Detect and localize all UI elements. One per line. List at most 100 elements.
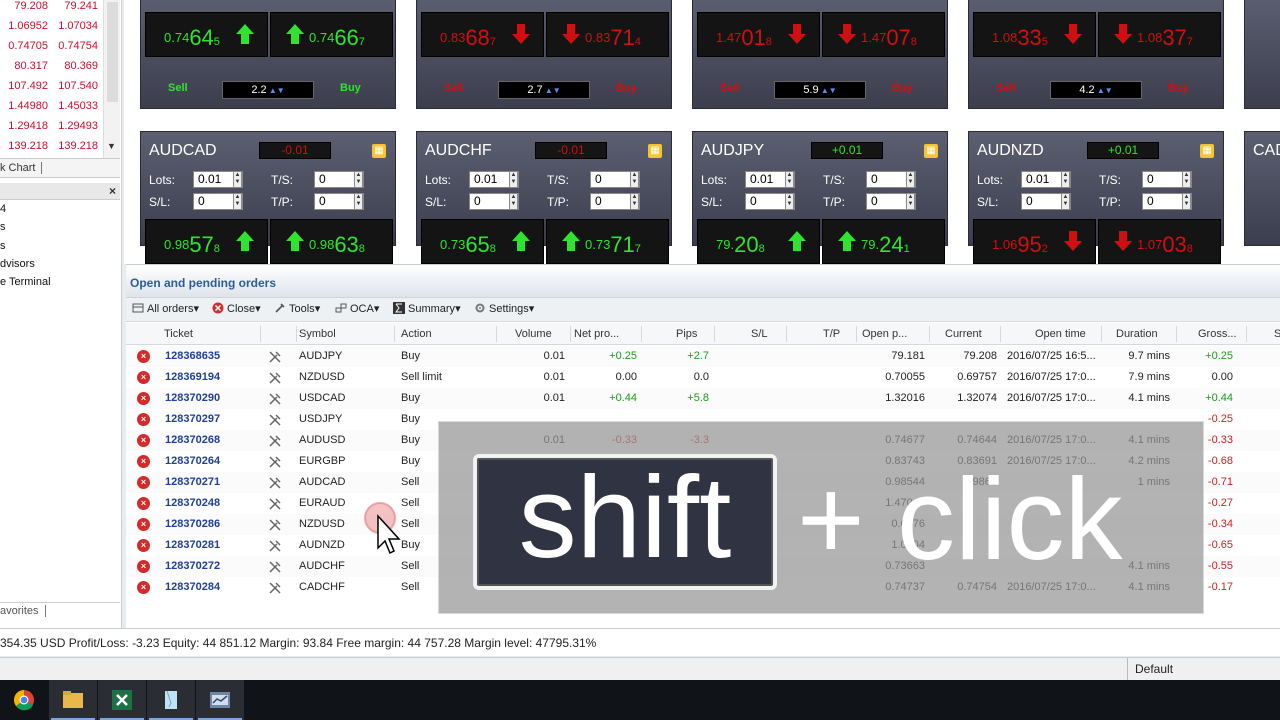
sell-price-button[interactable]: 0.74645 [145,12,268,57]
close-order-icon[interactable]: × [137,539,150,552]
quote-row[interactable]: 1.29418 1.29493 [0,117,103,137]
lots-stepper[interactable]: ▲ ▼ [509,171,518,188]
column-header[interactable]: Current [945,328,982,340]
spread-stepper-icon[interactable]: ▲▼ [819,86,837,95]
column-header[interactable]: Gross... [1198,328,1237,340]
lots-stepper[interactable]: ▲ ▼ [233,171,242,188]
table-row[interactable]: × 128369194 NZDUSD Sell limit 0.01 0.00 0.0 0.7… [126,367,1280,388]
sell-price-button[interactable]: 0.73658 [421,219,544,264]
column-header[interactable]: Action [401,328,432,340]
tools-icon[interactable] [268,539,282,553]
buy-label[interactable]: Buy [616,82,637,94]
buy-price-button[interactable]: 79.241 [822,219,945,264]
column-header[interactable]: Open p... [862,328,907,340]
chevron-down-icon[interactable]: ▼ [107,141,116,151]
tools-icon[interactable] [268,497,282,511]
buy-label[interactable]: Buy [892,82,913,94]
column-divider[interactable] [786,326,787,342]
scroll-thumb[interactable] [107,2,118,102]
tools-icon[interactable] [268,455,282,469]
oca-button[interactable]: OCA▾ [335,302,379,315]
column-header[interactable]: Net pro... [574,328,619,340]
settings-button[interactable]: Settings▾ [474,302,534,315]
taskbar-chrome[interactable] [0,680,48,720]
quote-row[interactable]: 80.317 80.369 [0,57,103,77]
buy-price-button[interactable]: 0.74667 [270,12,393,57]
close-button[interactable]: Close▾ [212,302,261,315]
close-icon[interactable]: × [109,184,116,198]
column-header[interactable]: S [1274,328,1280,340]
quote-row[interactable]: 0.74705 0.74754 [0,37,103,57]
tp-stepper[interactable]: ▲ ▼ [1182,193,1191,210]
taskbar-notepad[interactable] [147,680,195,720]
quote-row[interactable]: 139.218 139.218 [0,137,103,157]
tools-icon[interactable] [268,371,282,385]
buy-price-button[interactable]: 0.73717 [546,219,669,264]
sell-label[interactable]: Sell [720,82,740,94]
tools-icon[interactable] [268,581,282,595]
table-row[interactable]: × 128368635 AUDJPY Buy 0.01 +0.25 +2.7 79.181 79… [126,346,1280,367]
sell-label[interactable]: Sell [168,82,188,94]
tp-stepper[interactable]: ▲ ▼ [354,193,363,210]
column-header[interactable]: Pips [676,328,697,340]
close-order-icon[interactable]: × [137,371,150,384]
tab-tick-chart[interactable]: k Chart [0,162,43,174]
profile-name[interactable]: Default [1127,658,1280,681]
column-divider[interactable] [260,326,261,342]
spread-stepper-icon[interactable]: ▲▼ [543,86,561,95]
close-order-icon[interactable]: × [137,560,150,573]
tile-menu-icon[interactable]: ▦ [372,144,386,158]
summary-button[interactable]: Summary▾ [393,302,461,315]
buy-price-button[interactable]: 0.83714 [546,12,669,57]
tools-icon[interactable] [268,560,282,574]
ts-stepper[interactable]: ▲ ▼ [630,171,639,188]
sell-price-button[interactable]: 0.98578 [145,219,268,264]
close-order-icon[interactable]: × [137,392,150,405]
column-divider[interactable] [570,326,571,342]
column-divider[interactable] [856,326,857,342]
buy-price-button[interactable]: 1.08377 [1098,12,1221,57]
taskbar-excel[interactable] [98,680,146,720]
column-divider[interactable] [1176,326,1177,342]
tools-icon[interactable] [268,476,282,490]
tools-icon[interactable] [268,392,282,406]
column-divider[interactable] [496,326,497,342]
close-order-icon[interactable]: × [137,455,150,468]
close-order-icon[interactable]: × [137,350,150,363]
tile-menu-icon[interactable]: ▦ [924,144,938,158]
column-divider[interactable] [394,326,395,342]
close-order-icon[interactable]: × [137,497,150,510]
tp-stepper[interactable]: ▲ ▼ [630,193,639,210]
column-divider[interactable] [1101,326,1102,342]
taskbar-explorer[interactable] [49,680,97,720]
quote-row[interactable]: 79.208 79.241 [0,0,103,17]
tools-icon[interactable] [268,518,282,532]
spread-stepper-icon[interactable]: ▲▼ [1095,86,1113,95]
tab-favorites[interactable]: avorites [0,605,46,617]
column-header[interactable]: Open time [1035,328,1086,340]
tile-menu-icon[interactable]: ▦ [1200,144,1214,158]
lots-stepper[interactable]: ▲ ▼ [785,171,794,188]
ts-stepper[interactable]: ▲ ▼ [354,171,363,188]
close-order-icon[interactable]: × [137,413,150,426]
navigator-item[interactable]: dvisors [0,258,35,270]
close-order-icon[interactable]: × [137,434,150,447]
all-orders-button[interactable]: All orders▾ [132,302,199,315]
buy-price-button[interactable]: 1.07038 [1098,219,1221,264]
sell-price-button[interactable]: 1.06952 [973,219,1096,264]
sell-price-button[interactable]: 1.47018 [697,12,820,57]
close-order-icon[interactable]: × [137,581,150,594]
buy-label[interactable]: Buy [340,82,361,94]
column-header[interactable]: Volume [515,328,552,340]
ts-stepper[interactable]: ▲ ▼ [1182,171,1191,188]
tools-icon[interactable] [268,434,282,448]
navigator-item[interactable]: s [0,221,6,233]
tools-icon[interactable] [268,350,282,364]
navigator-item[interactable]: e Terminal [0,276,51,288]
sell-price-button[interactable]: 79.208 [697,219,820,264]
market-watch-scrollbar[interactable]: ▼ [103,0,120,158]
sell-label[interactable]: Sell [444,82,464,94]
column-divider[interactable] [1246,326,1247,342]
spread-stepper-icon[interactable]: ▲▼ [267,86,285,95]
sell-price-button[interactable]: 1.08335 [973,12,1096,57]
